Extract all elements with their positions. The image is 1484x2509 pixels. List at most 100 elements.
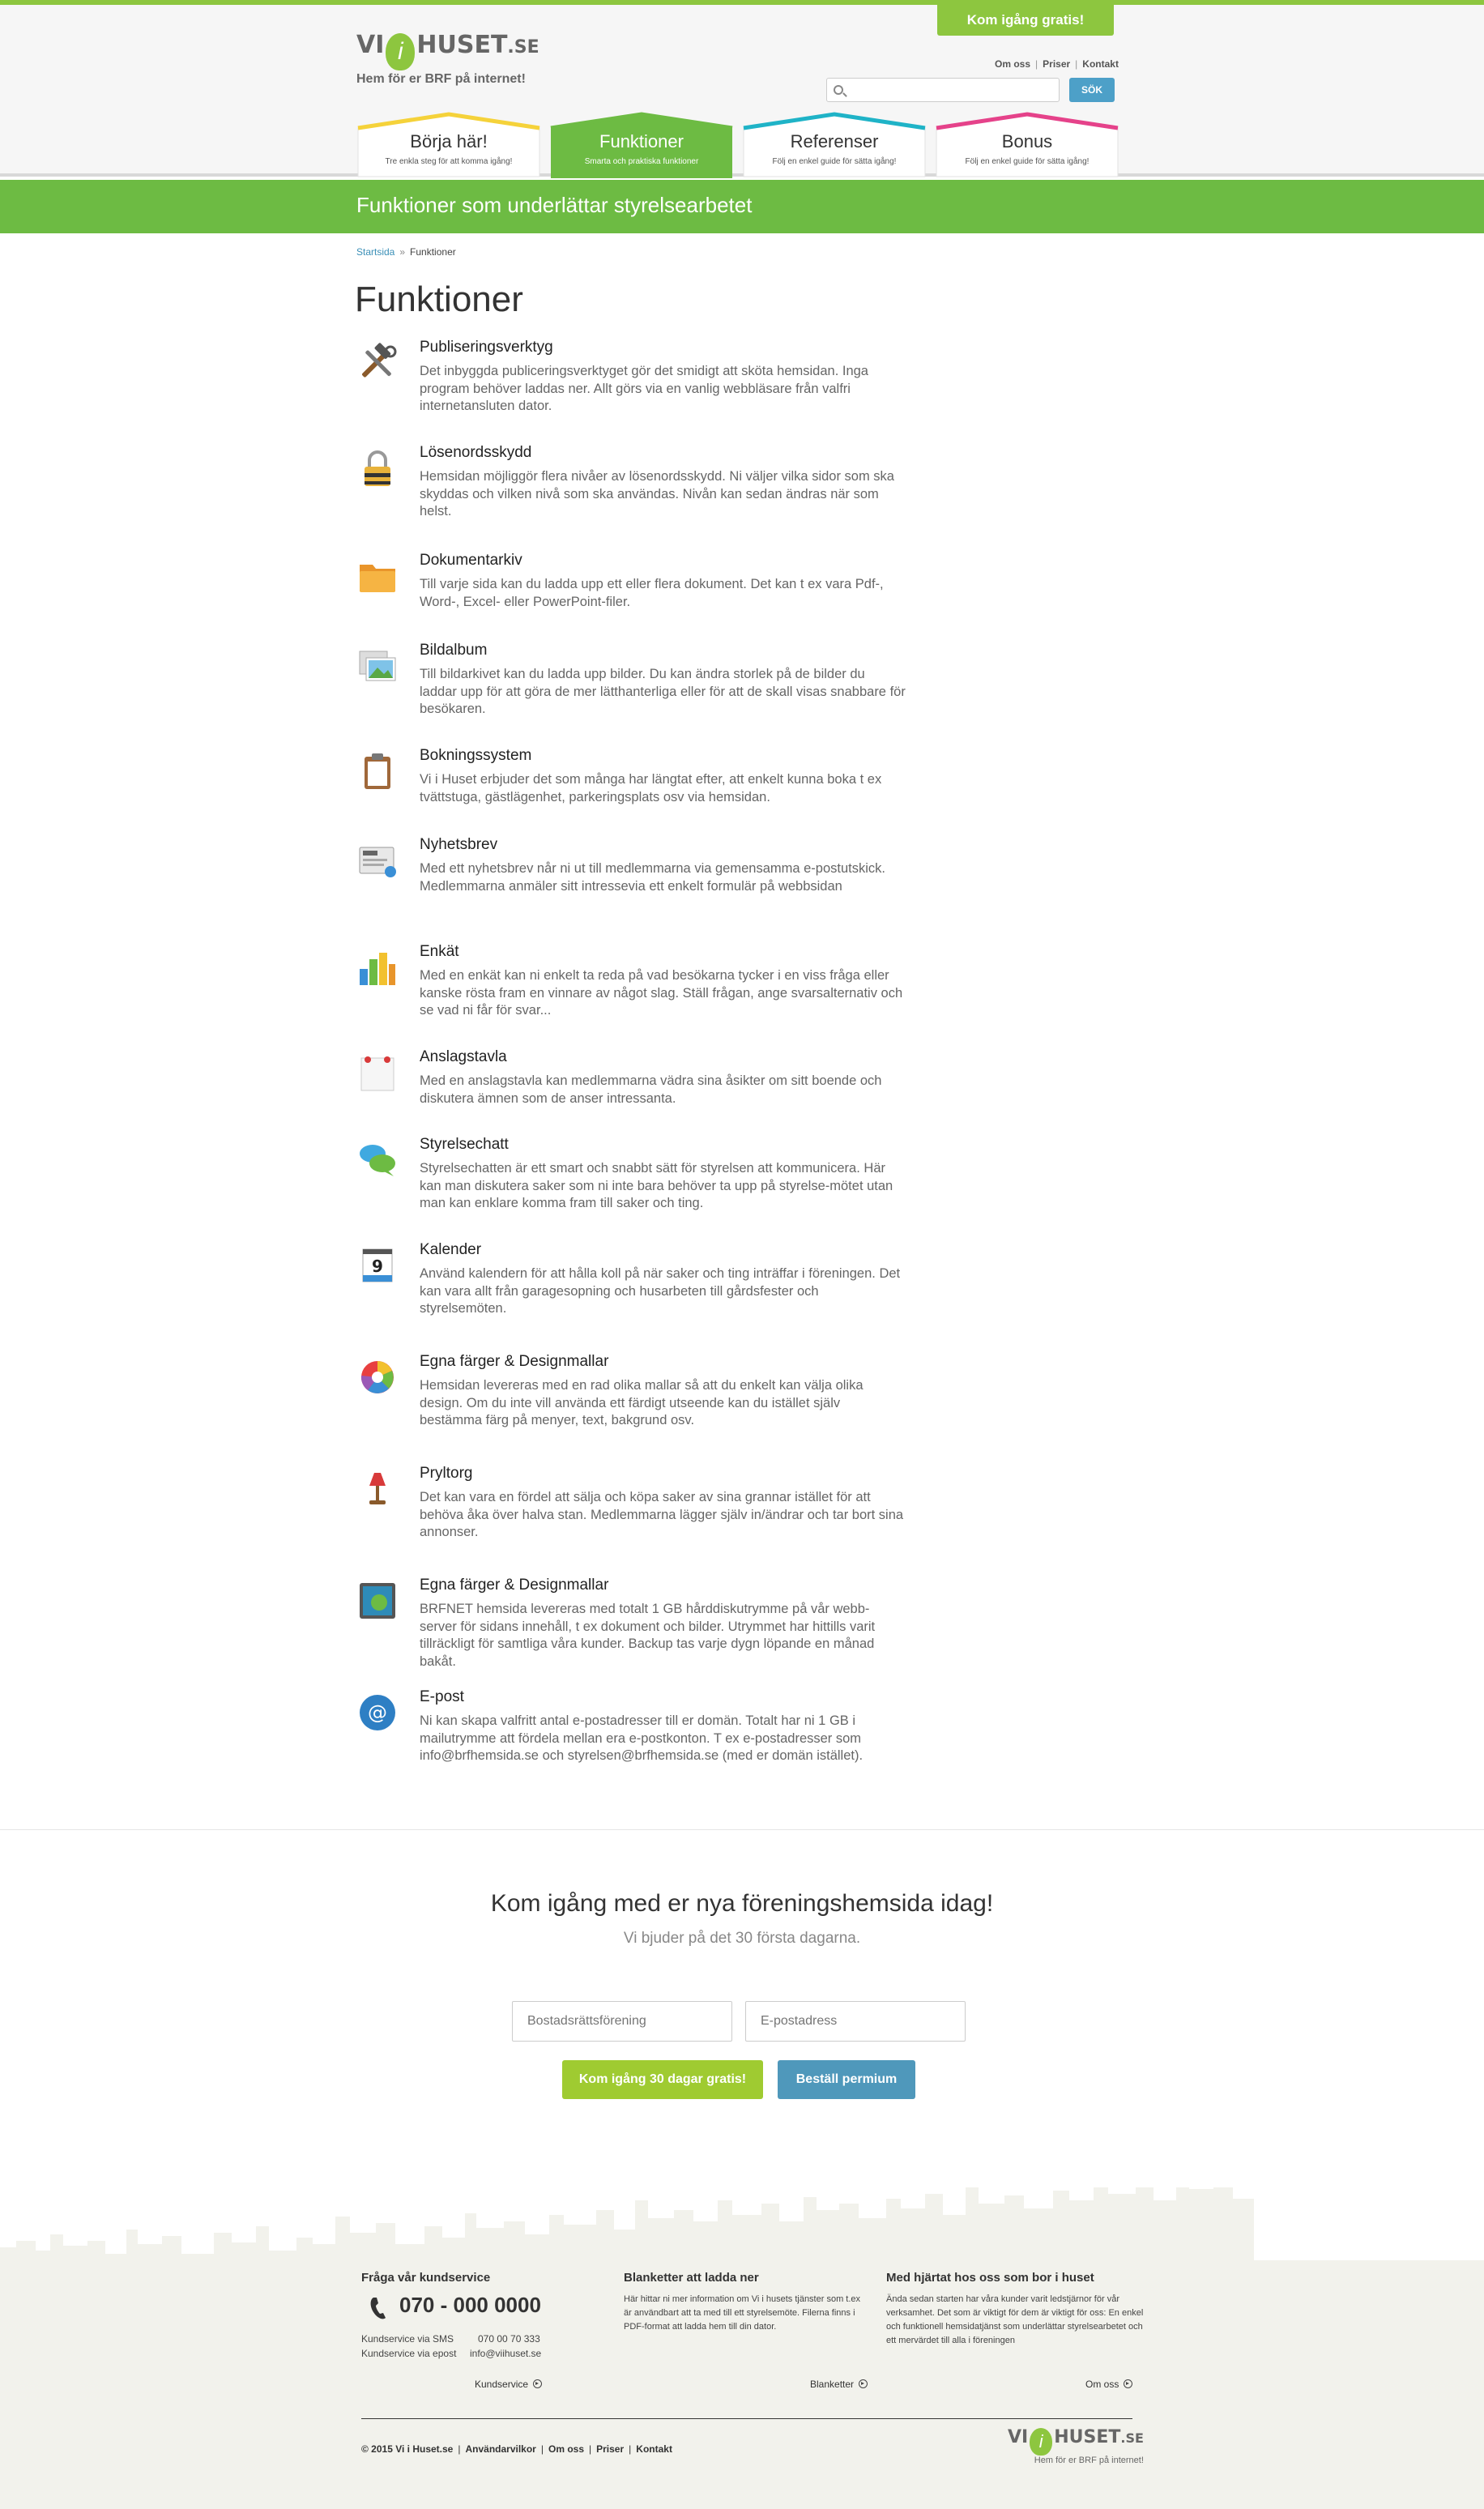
arrow-right-icon [533, 2379, 543, 2388]
feature-description: Hemsidan möjliggör flera nivåer av lösen… [420, 469, 894, 518]
logo-tagline: Hem för er BRF på internet! [356, 72, 526, 86]
toplink-contact[interactable]: Kontakt [1082, 58, 1119, 70]
padlock-icon [365, 450, 390, 486]
feature-description: Använd kalendern för att hålla koll på n… [420, 1266, 901, 1316]
footer-logo[interactable]: VI i HUSET.SE Hem för er BRF på internet! [1008, 2427, 1144, 2465]
sms-label: Kundservice via SMS [361, 2333, 454, 2345]
feature-title: Pryltorg [420, 1465, 473, 1482]
footer-link-about[interactable]: Om oss [548, 2443, 584, 2455]
about-link[interactable]: Om oss [1085, 2379, 1133, 2390]
tab-funktioner[interactable]: Funktioner Smarta och praktiska funktion… [549, 112, 734, 178]
get-started-free-button[interactable]: Kom igång gratis! [937, 5, 1114, 36]
footer-col-title: Fråga vår kundservice [361, 2271, 491, 2285]
footer-forms-text: Här hittar ni mer information om Vi i hu… [624, 2294, 861, 2332]
feature-description: Ni kan skapa valfritt antal e-postadress… [420, 1713, 864, 1763]
start-free-trial-button[interactable]: Kom igång 30 dagar gratis! [562, 2060, 763, 2099]
toplink-prices[interactable]: Priser [1043, 58, 1070, 70]
logo-prefix: VI [1008, 2427, 1029, 2447]
signup-heading: Kom igång med er nya föreningshemsida id… [490, 1890, 994, 1917]
logo-tagline: Hem för er BRF på internet! [1034, 2456, 1144, 2465]
banner-heading: Funktioner som underlättar styrelsearbet… [356, 193, 753, 217]
footer-link-prices[interactable]: Priser [596, 2443, 624, 2455]
tab-subtitle: Smarta och praktiska funktioner [584, 157, 699, 166]
tools-icon [362, 343, 397, 378]
copyright-text: © 2015 Vi i Huset.se [361, 2443, 454, 2455]
tab-referenser[interactable]: Referenser Följ en enkel guide för sätta… [742, 112, 927, 177]
footer-about-text: Ända sedan starten har våra kunder varit… [886, 2294, 1144, 2345]
search-button[interactable]: SÖK [1069, 78, 1115, 102]
chat-bubbles-icon [360, 1145, 395, 1176]
logo-tld: .SE [1120, 2430, 1144, 2446]
tab-subtitle: Följ en enkel guide för sätta igång! [965, 157, 1090, 166]
feature-description: Vi i Huset erbjuder det som många har lä… [420, 772, 882, 804]
order-premium-button[interactable]: Beställ permium [778, 2060, 915, 2099]
feature-description: BRFNET hemsida levereras med totalt 1 GB… [420, 1602, 876, 1669]
signup-subheading: Vi bjuder på det 30 första dagarna. [623, 1930, 861, 1947]
feature-title: Bildalbum [420, 642, 488, 659]
page-title: Funktioner [355, 279, 523, 319]
footer-link-terms[interactable]: Användarvilkor [465, 2443, 535, 2455]
feature-title: Egna färger & Designmallar [420, 1577, 609, 1594]
feature-description: Med en enkät kan ni enkelt ta reda på va… [420, 968, 903, 1018]
breadcrumb: Startsida» Funktioner [356, 246, 456, 258]
feature-title: Dokumentarkiv [420, 552, 522, 569]
site-logo[interactable]: VI i HUSET.SE Hem för er BRF på internet! [356, 31, 539, 87]
feature-title: Enkät [420, 943, 459, 960]
forms-link[interactable]: Blanketter [810, 2379, 868, 2390]
arrow-right-icon [859, 2379, 868, 2388]
arrow-right-icon [1124, 2379, 1133, 2388]
feature-title: Bokningssystem [420, 747, 532, 764]
customer-service-link[interactable]: Kundservice [475, 2379, 543, 2390]
tab-borja-har[interactable]: Börja här! Tre enkla steg för att komma … [356, 112, 541, 177]
feature-description: Hemsidan levereras med en rad olika mall… [420, 1378, 864, 1427]
footer-col-title: Blanketter att ladda ner [624, 2271, 759, 2285]
newsletter-icon [359, 847, 396, 877]
tab-subtitle: Följ en enkel guide för sätta igång! [772, 157, 897, 166]
clipboard-icon [365, 753, 390, 789]
lamp-icon [369, 1473, 386, 1504]
footer-col-forms: Blanketter att ladda ner [624, 2271, 875, 2285]
feature-description: Till varje sida kan du ladda upp ett ell… [420, 577, 884, 609]
tab-bonus[interactable]: Bonus Följ en enkel guide för sätta igån… [935, 112, 1119, 177]
top-links: Om oss | Priser | Kontakt [995, 58, 1119, 70]
association-name-input[interactable] [513, 2002, 731, 2041]
section-divider [0, 1829, 1484, 1830]
email-value[interactable]: info@viihuset.se [470, 2348, 541, 2359]
feature-description: Det kan vara en fördel att sälja och köp… [420, 1490, 904, 1539]
feature-description: Till bildarkivet kan du ladda upp bilder… [420, 667, 906, 716]
tab-title: Bonus [1001, 131, 1053, 151]
bar-chart-icon [360, 953, 395, 985]
tab-title: Referenser [790, 131, 879, 151]
email-label: Kundservice via epost [361, 2348, 457, 2359]
feature-title: Publiseringsverktyg [420, 339, 553, 356]
feature-title: E-post [420, 1688, 464, 1705]
page-banner: Funktioner som underlättar styrelsearbet… [0, 180, 1484, 233]
phone-number[interactable]: 070 - 000 0000 [399, 2293, 541, 2318]
footer-divider [361, 2418, 1132, 2419]
feature-title: Anslagstavla [420, 1048, 507, 1065]
search-icon [834, 85, 843, 95]
feature-description: Med ett nyhetsbrev når ni ut till medlem… [420, 861, 885, 894]
logo-word: HUSET [1054, 2427, 1121, 2447]
logo-house-icon: i [1030, 2428, 1053, 2456]
footer-link-contact[interactable]: Kontakt [636, 2443, 672, 2455]
logo-word: HUSET [416, 31, 508, 59]
city-skyline-illustration [0, 2187, 1254, 2268]
footer-col-about: Med hjärtat hos oss som bor i huset [886, 2271, 1137, 2285]
search-input[interactable] [850, 79, 1056, 101]
feature-description: Styrelsechatten är ett smart och snabbt … [420, 1161, 893, 1210]
color-wheel-icon [360, 1361, 394, 1393]
svg-text:@: @ [368, 1701, 387, 1724]
search-box [826, 78, 1060, 102]
feature-title: Kalender [420, 1241, 482, 1258]
toplink-about[interactable]: Om oss [995, 58, 1030, 70]
feature-description: Med en anslagstavla kan medlemmarna vädr… [420, 1073, 882, 1106]
footer-col-title: Med hjärtat hos oss som bor i huset [886, 2271, 1094, 2285]
folder-icon [360, 565, 395, 592]
breadcrumb-home-link[interactable]: Startsida [356, 246, 394, 258]
sms-value: 070 00 70 333 [478, 2333, 540, 2345]
calendar-icon: 9 [362, 1248, 393, 1282]
calendar-day-number: 9 [372, 1257, 383, 1276]
email-input[interactable] [746, 2002, 965, 2041]
phone-icon [370, 2298, 386, 2319]
